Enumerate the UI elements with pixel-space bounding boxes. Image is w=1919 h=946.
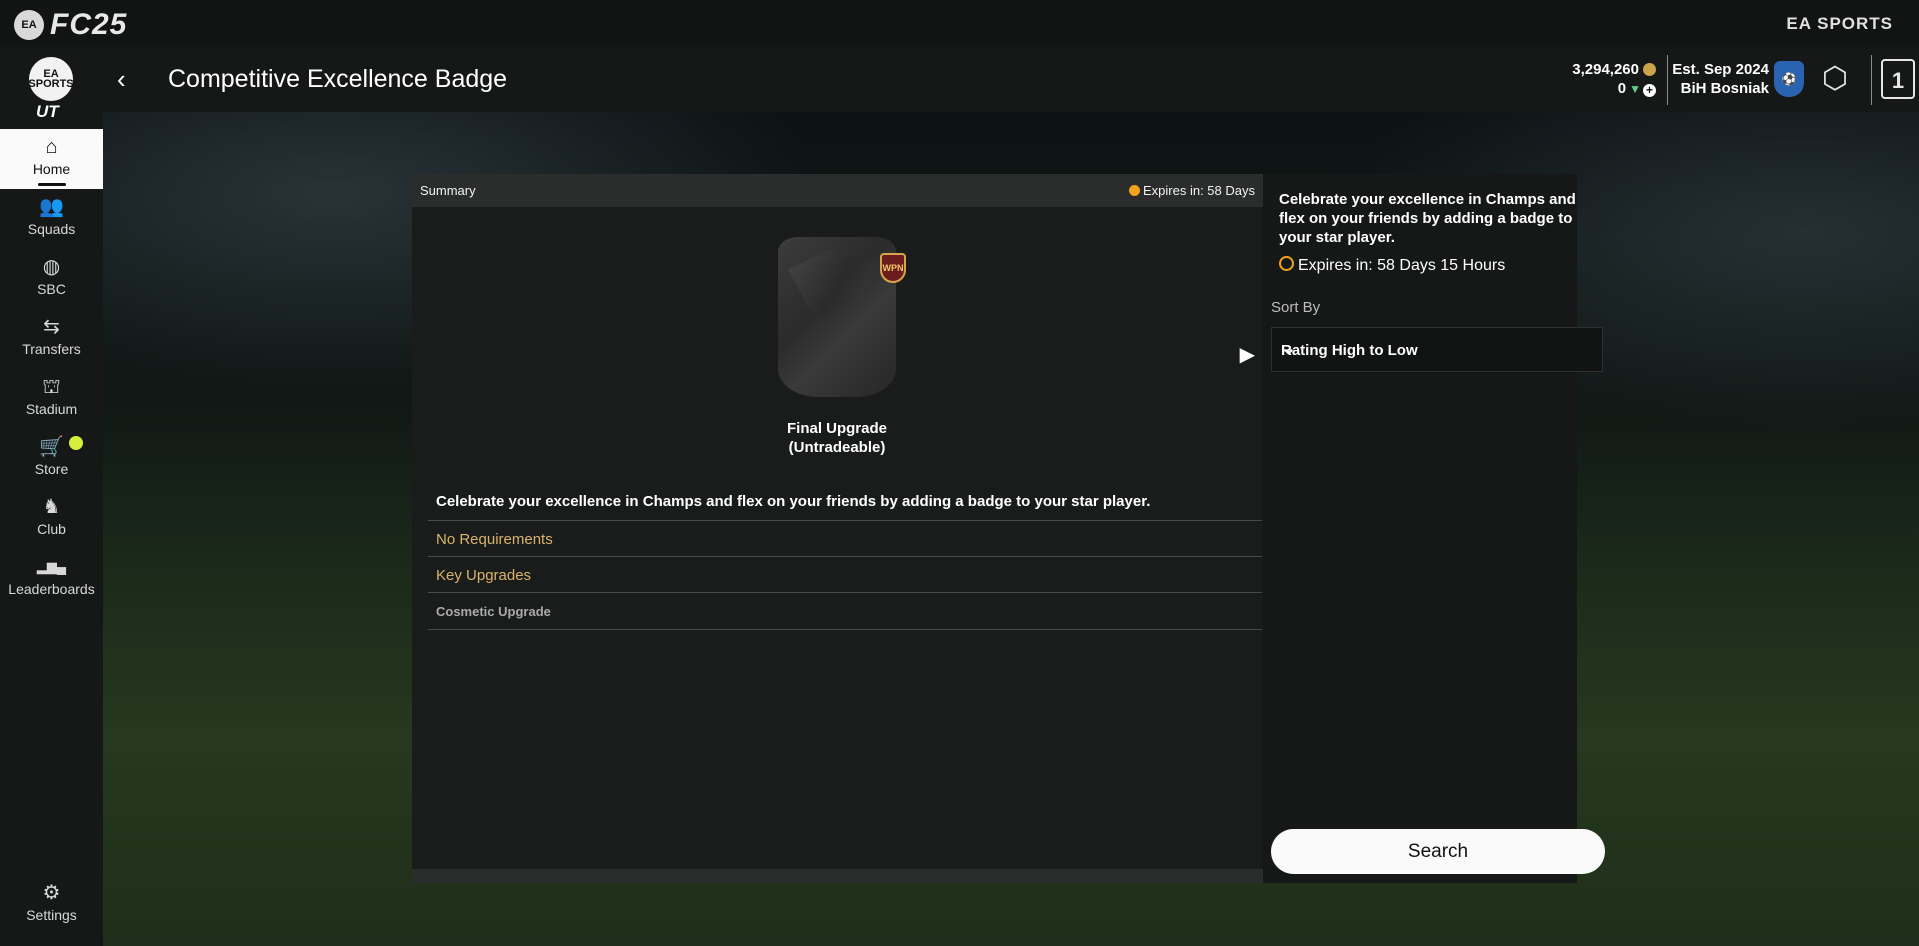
club-established: Est. Sep 2024 [1672,61,1769,78]
sidebar-item-label: Home [32,161,71,177]
home-icon: ⌂ [45,136,58,158]
reward-subtitle: (Untradeable) [788,439,886,456]
sidebar-item-home[interactable]: ⌂ Home [0,129,103,189]
side-description: Celebrate your excellence in Champs and … [1279,191,1576,246]
expires-text: Expires in: 58 Days 15 Hours [1298,257,1506,274]
sidebar-item-store[interactable]: 🛒 Store [0,429,103,489]
stadium-icon: ⛫ [42,376,61,398]
timer-icon [1129,185,1140,196]
coins-row: 3,294,260 [1572,60,1656,79]
search-button[interactable]: Search [1271,829,1605,874]
season-pass-icon[interactable]: 1 [1881,59,1915,99]
club-crest-icon[interactable]: ⚽ [1774,61,1804,97]
gear-icon: ⚙ [42,882,61,904]
page-header: ‹ Competitive Excellence Badge 3,294,260… [103,47,1919,112]
badge-icon: WPN [880,253,906,283]
leaderboard-icon: ▂▆▄ [36,559,67,574]
requirement-label: Cosmetic Upgrade [436,604,551,619]
summary-header: Summary Expires in: 58 Days [412,174,1263,207]
timer-icon [1279,256,1294,271]
requirement-row: Cosmetic Upgrade [428,592,1262,629]
currency-display: 3,294,260 0 ▼ + [1572,60,1656,99]
sbc-icon: ◍ [42,256,61,278]
objective-description: Celebrate your excellence in Champs and … [436,493,1151,510]
add-points-button[interactable]: + [1643,84,1656,97]
reward-name: Final Upgrade (Untradeable) [692,419,982,457]
ut-logo-text: UT [36,102,59,121]
expires-text: Expires in: 58 Days [1143,183,1255,198]
scrollbar[interactable] [412,869,1263,883]
coins-value: 3,294,260 [1572,61,1639,78]
sort-by-label: Sort By [1271,299,1321,316]
sidebar-item-stadium[interactable]: ⛫ Stadium [0,369,103,429]
list-divider [428,629,1262,630]
fc25-title: FC25 [50,8,128,41]
sidebar-item-squads[interactable]: 👥 Squads [0,189,103,249]
sidebar-item-label: Transfers [22,341,81,357]
ea-logo-icon: EA [14,10,44,40]
ea-sports-ut-logo: EA SPORTS [28,57,74,101]
sidebar-item-settings[interactable]: ⚙ Settings [0,875,103,935]
ea-sports-brand: EA SPORTS [1786,14,1893,33]
sidebar-item-leaderboards[interactable]: ▂▆▄ Leaderboards [0,549,103,609]
fc25-logo: EA FC25 [14,8,127,42]
requirement-row: Key Upgrades [428,556,1262,593]
transfers-icon: ⇆ [43,316,60,338]
active-indicator [38,183,66,186]
points-row: 0 ▼ + [1572,79,1656,99]
sidebar-item-sbc[interactable]: ◍ SBC [0,249,103,309]
reward-card[interactable]: WPN [778,237,906,397]
sidebar: EA SPORTS UT ⌂ Home 👥 Squads ◍ SBC ⇆ Tra… [0,47,103,946]
top-bar: EA FC25 EA SPORTS [0,0,1919,47]
sidebar-item-label: Leaderboards [8,581,95,597]
sidebar-item-label: Club [37,521,66,537]
objective-summary-panel: Summary Expires in: 58 Days WPN Final Up… [412,174,1263,883]
club-name: BiH Bosniak [1680,80,1769,97]
sidebar-item-label: Settings [26,907,77,923]
sort-dropdown[interactable]: Rating High to Low ⌄ [1271,327,1603,372]
requirement-label: No Requirements [436,531,553,548]
header-divider [1667,55,1668,105]
summary-label: Summary [420,183,476,198]
requirement-label: Key Upgrades [436,567,532,584]
squads-icon: 👥 [39,196,64,218]
points-value: 0 [1617,80,1627,97]
sidebar-item-label: SBC [37,281,66,297]
sidebar-item-label: Squads [27,221,76,237]
coin-icon [1643,63,1656,76]
header-divider [1871,55,1872,105]
next-reward-arrow-icon[interactable]: ▶ [1240,342,1255,367]
sidebar-item-label: Store [34,461,69,477]
chevron-down-icon: ⌄ [1281,338,1297,358]
sidebar-item-club[interactable]: ♞ Club [0,489,103,549]
expires-indicator: Expires in: 58 Days 15 Hours [1279,256,1505,275]
notification-dot [69,436,83,450]
club-icon: ♞ [42,496,61,518]
chevron-left-icon: ‹ [117,64,126,94]
objective-side-panel: Celebrate your excellence in Champs and … [1263,174,1605,883]
back-button[interactable]: ‹ [117,65,145,93]
expires-indicator: Expires in: 58 Days [1129,183,1255,198]
page-title: Competitive Excellence Badge [168,65,508,93]
division-rank-icon[interactable]: ⬡ [1817,61,1853,97]
sidebar-item-transfers[interactable]: ⇆ Transfers [0,309,103,369]
requirement-row: No Requirements [428,520,1262,557]
club-info: Est. Sep 2024 BiH Bosniak [1672,60,1769,98]
reward-title: Final Upgrade [786,420,887,437]
fc-points-icon: ▼ [1629,82,1641,96]
sidebar-item-label: Stadium [25,401,78,417]
cart-icon: 🛒 [39,436,64,458]
